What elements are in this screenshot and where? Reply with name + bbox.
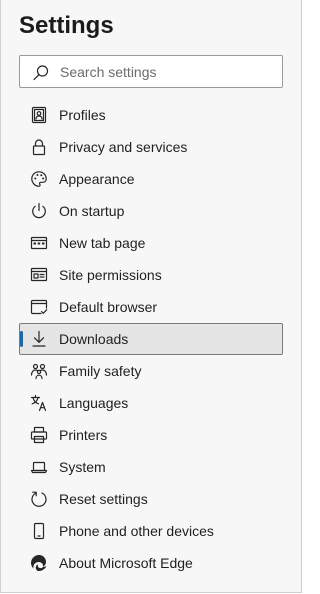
- nav-item-label: Family safety: [59, 363, 142, 379]
- nav-item-languages[interactable]: Languages: [19, 387, 283, 419]
- nav-item-system[interactable]: System: [19, 451, 283, 483]
- edge-logo-icon: [30, 554, 48, 572]
- nav-item-appearance[interactable]: Appearance: [19, 163, 283, 195]
- page-title: Settings: [19, 12, 114, 39]
- settings-nav: Profiles Privacy and services Appearance…: [19, 99, 283, 579]
- nav-item-site-permissions[interactable]: Site permissions: [19, 259, 283, 291]
- nav-item-label: New tab page: [59, 235, 146, 251]
- languages-icon: [30, 394, 48, 412]
- printer-icon: [30, 426, 48, 444]
- new-tab-icon: [30, 234, 48, 252]
- lock-icon: [30, 138, 48, 156]
- nav-item-new-tab[interactable]: New tab page: [19, 227, 283, 259]
- site-permissions-icon: [30, 266, 48, 284]
- nav-item-label: Default browser: [59, 299, 158, 315]
- nav-item-family-safety[interactable]: Family safety: [19, 355, 283, 387]
- nav-item-label: Privacy and services: [59, 139, 188, 155]
- family-icon: [30, 362, 48, 380]
- nav-item-label: Languages: [59, 395, 129, 411]
- settings-sidebar: Settings Profiles Privacy and services A…: [0, 0, 302, 593]
- reset-icon: [30, 490, 48, 508]
- nav-item-label: Appearance: [59, 171, 135, 187]
- nav-item-default-browser[interactable]: Default browser: [19, 291, 283, 323]
- nav-item-label: Reset settings: [59, 491, 148, 507]
- nav-item-label: Profiles: [59, 107, 106, 123]
- nav-item-label: About Microsoft Edge: [59, 555, 193, 571]
- search-input[interactable]: [60, 56, 270, 87]
- phone-icon: [30, 522, 48, 540]
- download-icon: [30, 330, 48, 348]
- nav-item-reset-settings[interactable]: Reset settings: [19, 483, 283, 515]
- search-box[interactable]: [19, 55, 283, 88]
- nav-item-downloads[interactable]: Downloads: [19, 323, 283, 355]
- nav-item-label: System: [59, 459, 106, 475]
- nav-item-printers[interactable]: Printers: [19, 419, 283, 451]
- nav-item-profiles[interactable]: Profiles: [19, 99, 283, 131]
- nav-item-label: On startup: [59, 203, 125, 219]
- nav-item-label: Phone and other devices: [59, 523, 214, 539]
- nav-item-label: Printers: [59, 427, 108, 443]
- search-icon: [32, 64, 50, 82]
- nav-item-about-edge[interactable]: About Microsoft Edge: [19, 547, 283, 579]
- palette-icon: [30, 170, 48, 188]
- nav-item-phone-devices[interactable]: Phone and other devices: [19, 515, 283, 547]
- nav-item-privacy[interactable]: Privacy and services: [19, 131, 283, 163]
- power-icon: [30, 202, 48, 220]
- nav-item-label: Downloads: [59, 331, 129, 347]
- nav-item-label: Site permissions: [59, 267, 162, 283]
- profile-icon: [30, 106, 48, 124]
- nav-item-on-startup[interactable]: On startup: [19, 195, 283, 227]
- default-browser-icon: [30, 298, 48, 316]
- laptop-icon: [30, 458, 48, 476]
